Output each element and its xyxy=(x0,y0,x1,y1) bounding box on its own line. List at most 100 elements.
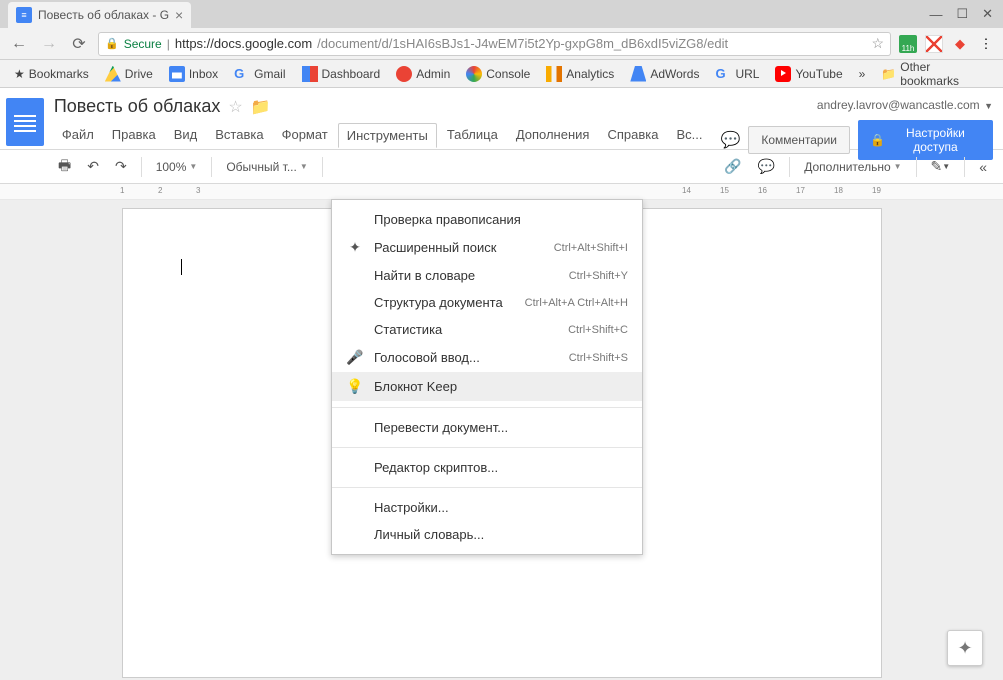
menu-addons[interactable]: Дополнения xyxy=(508,123,598,148)
menu-item--[interactable]: Структура документаCtrl+Alt+A Ctrl+Alt+H xyxy=(332,289,642,316)
menu-item--[interactable]: Личный словарь... xyxy=(332,521,642,548)
menu-item-shortcut: Ctrl+Alt+A Ctrl+Alt+H xyxy=(525,297,628,309)
comment-button[interactable]: 💬 xyxy=(752,155,781,178)
menu-item--[interactable]: 🎤Голосовой ввод...Ctrl+Shift+S xyxy=(332,343,642,372)
nav-forward-button[interactable]: → xyxy=(38,35,60,53)
drive-icon xyxy=(105,66,121,82)
comment-bubble-icon[interactable]: 💬 xyxy=(720,130,740,150)
menu-item--[interactable]: СтатистикаCtrl+Shift+C xyxy=(332,316,642,343)
chrome-menu-icon[interactable]: ⋮ xyxy=(977,35,995,53)
menu-item--[interactable]: Найти в словареCtrl+Shift+Y xyxy=(332,262,642,289)
window-close-button[interactable]: ✕ xyxy=(982,6,993,22)
menu-view[interactable]: Вид xyxy=(166,123,206,148)
ext-icon-3[interactable]: ◆ xyxy=(951,35,969,53)
lock-icon: 🔒 xyxy=(870,133,885,147)
analytics-icon xyxy=(546,66,562,82)
explore-button[interactable]: ✦ xyxy=(947,630,983,666)
docs-app: Повесть об облаках ☆ 📁 Файл Правка Вид В… xyxy=(0,88,1003,680)
ext-gmail-icon[interactable] xyxy=(925,35,943,53)
adwords-icon xyxy=(630,66,646,82)
menu-edit[interactable]: Правка xyxy=(104,123,164,148)
bm-console[interactable]: Console xyxy=(460,64,536,84)
menu-item-icon: ✦ xyxy=(346,239,364,256)
menu-item-label: Блокнот Keep xyxy=(374,379,618,394)
menu-separator xyxy=(332,407,642,408)
tab-close-icon[interactable]: × xyxy=(175,7,183,23)
menu-overflow[interactable]: Вс... xyxy=(668,123,710,148)
secure-label: Secure xyxy=(124,37,162,51)
menu-item-label: Найти в словаре xyxy=(374,268,559,283)
bookmark-star-icon[interactable]: ☆ xyxy=(871,35,884,52)
bm-analytics[interactable]: Analytics xyxy=(540,64,620,84)
toolbar-separator xyxy=(964,157,965,177)
email-dropdown-icon[interactable]: ▼ xyxy=(984,101,993,111)
window-maximize-button[interactable]: ☐ xyxy=(956,6,968,22)
nav-reload-button[interactable]: ⟳ xyxy=(68,34,90,54)
menu-item--[interactable]: Редактор скриптов... xyxy=(332,454,642,481)
browser-chrome: ≡ Повесть об облаках - G × — ☐ ✕ ← → ⟳ 🔒… xyxy=(0,0,1003,88)
bm-drive[interactable]: Drive xyxy=(99,64,159,84)
redo-button[interactable]: ↷ xyxy=(109,155,133,178)
toolbar-separator xyxy=(916,157,917,177)
zoom-dropdown[interactable]: 100%▼ xyxy=(150,157,204,177)
bm-adwords[interactable]: AdWords xyxy=(624,64,705,84)
menu-bar: Файл Правка Вид Вставка Формат Инструмен… xyxy=(54,123,711,148)
dashboard-icon xyxy=(302,66,318,82)
print-button[interactable]: 🖶 xyxy=(52,152,77,182)
bm-dashboard[interactable]: Dashboard xyxy=(296,64,387,84)
url-field[interactable]: 🔒 Secure | https://docs.google.com/docum… xyxy=(98,32,891,56)
menu-item-shortcut: Ctrl+Alt+Shift+I xyxy=(554,242,628,254)
docs-favicon: ≡ xyxy=(16,7,32,23)
bookmarks-overflow[interactable]: » xyxy=(853,65,872,83)
lock-icon: 🔒 xyxy=(105,37,119,50)
more-tools-dropdown[interactable]: Дополнительно▼ xyxy=(798,157,907,177)
comments-button[interactable]: Комментарии xyxy=(748,126,850,154)
chevron-down-icon: ▼ xyxy=(300,162,308,171)
menu-insert[interactable]: Вставка xyxy=(207,123,271,148)
bm-youtube[interactable]: YouTube xyxy=(769,64,848,84)
menu-item-label: Проверка правописания xyxy=(374,212,618,227)
google-g-icon: G xyxy=(715,66,731,82)
move-to-folder-icon[interactable]: 📁 xyxy=(251,97,271,117)
window-controls: — ☐ ✕ xyxy=(929,0,1003,28)
menu-item-label: Расширенный поиск xyxy=(374,240,544,255)
bookmarks-label[interactable]: ★ Bookmarks xyxy=(8,65,95,83)
menu-item--keep[interactable]: 💡Блокнот Keep xyxy=(332,372,642,401)
toolbar-separator xyxy=(211,157,212,177)
docs-logo-icon[interactable] xyxy=(6,98,44,146)
browser-tab[interactable]: ≡ Повесть об облаках - G × xyxy=(8,2,191,28)
undo-button[interactable]: ↶ xyxy=(81,155,105,178)
nav-back-button[interactable]: ← xyxy=(8,35,30,53)
ext-icon-1[interactable]: 11h xyxy=(899,35,917,53)
menu-item--[interactable]: Проверка правописания xyxy=(332,206,642,233)
bm-url[interactable]: GURL xyxy=(709,64,765,84)
url-path: /document/d/1sHAI6sBJs1-J4wEM7i5t2Yp-gxp… xyxy=(317,36,728,51)
menu-item--[interactable]: Перевести документ... xyxy=(332,414,642,441)
url-host: https://docs.google.com xyxy=(175,36,312,51)
bm-admin[interactable]: Admin xyxy=(390,64,456,84)
menu-item--[interactable]: Настройки... xyxy=(332,494,642,521)
bm-inbox[interactable]: Inbox xyxy=(163,64,224,84)
menu-item--[interactable]: ✦ Расширенный поиск Ctrl+Alt+Shift+I xyxy=(332,233,642,262)
share-button[interactable]: 🔒Настройки доступа xyxy=(858,120,993,160)
document-area: Проверка правописания ✦ Расширенный поиск C… xyxy=(0,200,1003,680)
star-doc-icon[interactable]: ☆ xyxy=(228,97,242,117)
style-dropdown[interactable]: Обычный т...▼ xyxy=(220,157,313,177)
menu-format[interactable]: Формат xyxy=(274,123,336,148)
user-email[interactable]: andrey.lavrov@wancastle.com xyxy=(817,98,980,112)
link-button[interactable]: 🔗 xyxy=(718,155,747,178)
inbox-icon xyxy=(169,66,185,82)
title-area: Повесть об облаках ☆ 📁 Файл Правка Вид В… xyxy=(54,96,711,148)
menu-item-label: Редактор скриптов... xyxy=(374,460,618,475)
doc-title[interactable]: Повесть об облаках xyxy=(54,96,221,117)
ruler[interactable]: 1 2 3 14 15 16 17 18 19 xyxy=(0,184,1003,200)
menu-tools[interactable]: Инструменты xyxy=(338,123,437,148)
menu-file[interactable]: Файл xyxy=(54,123,102,148)
bm-gmail[interactable]: GGmail xyxy=(228,64,291,84)
menu-table[interactable]: Таблица xyxy=(439,123,506,148)
menu-help[interactable]: Справка xyxy=(599,123,666,148)
collapse-toolbar-button[interactable]: « xyxy=(973,156,993,178)
window-minimize-button[interactable]: — xyxy=(929,7,942,22)
editing-mode-button[interactable]: ✎ ▼ xyxy=(925,155,957,178)
bm-other[interactable]: 📁Other bookmarks xyxy=(875,58,995,90)
